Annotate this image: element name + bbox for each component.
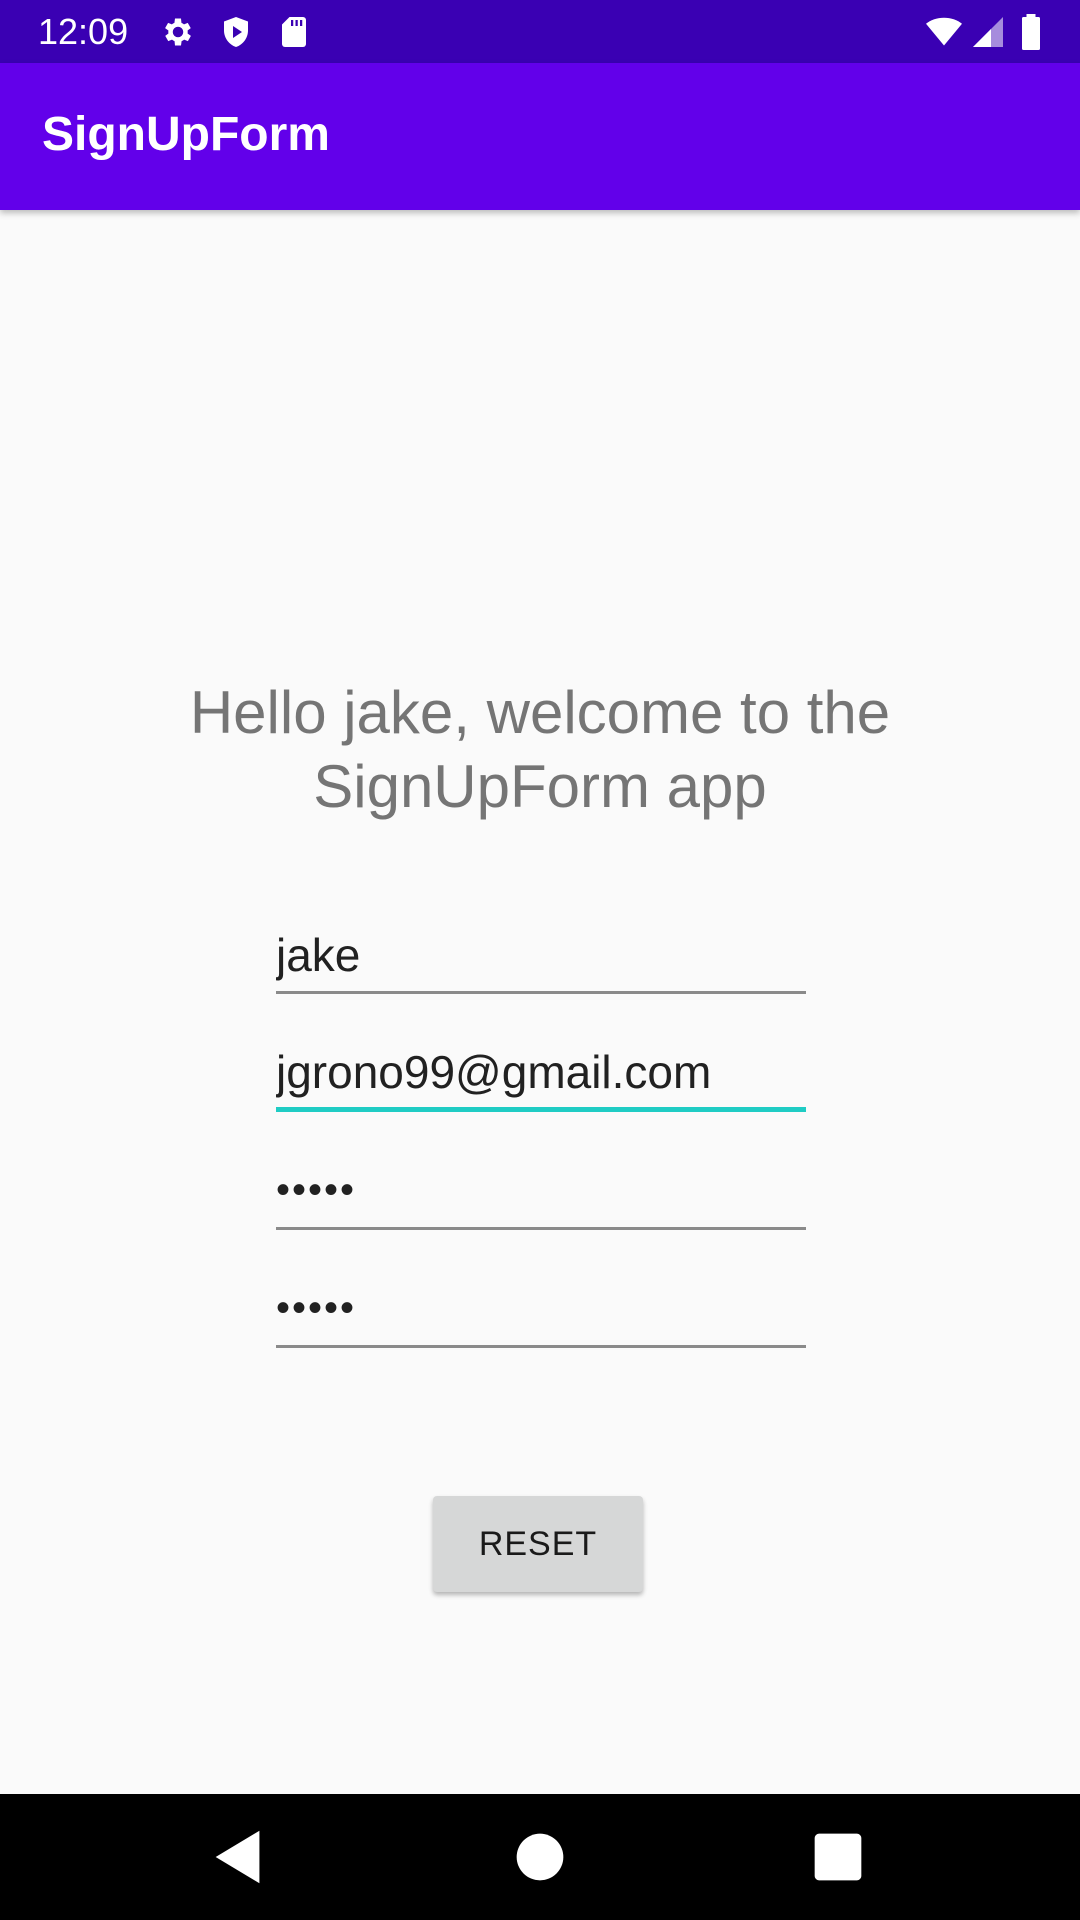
password-field[interactable] (276, 1154, 806, 1230)
reset-button[interactable]: RESET (433, 1496, 643, 1592)
confirm-password-field[interactable] (276, 1272, 806, 1348)
status-bar: 12:09 (0, 0, 1080, 63)
email-field[interactable] (276, 1036, 806, 1112)
navigation-bar (0, 1794, 1080, 1920)
status-time: 12:09 (38, 11, 129, 52)
app-title: SignUpForm (42, 108, 330, 161)
welcome-line-2: SignUpForm app (313, 753, 767, 820)
recents-icon[interactable] (803, 1822, 873, 1892)
shield-play-icon (218, 14, 254, 50)
gear-icon (160, 14, 196, 50)
home-icon[interactable] (505, 1822, 575, 1892)
welcome-line-1: Hello jake, welcome to the (189, 679, 891, 746)
app-bar: SignUpForm (0, 63, 1080, 210)
welcome-message: Hello jake, welcome to the SignUpForm ap… (100, 676, 980, 824)
name-field[interactable] (276, 918, 806, 994)
back-icon[interactable] (204, 1822, 274, 1892)
sd-card-icon (276, 14, 312, 50)
wifi-icon (922, 14, 966, 50)
cell-signal-icon (970, 14, 1006, 50)
battery-icon (1016, 14, 1046, 50)
